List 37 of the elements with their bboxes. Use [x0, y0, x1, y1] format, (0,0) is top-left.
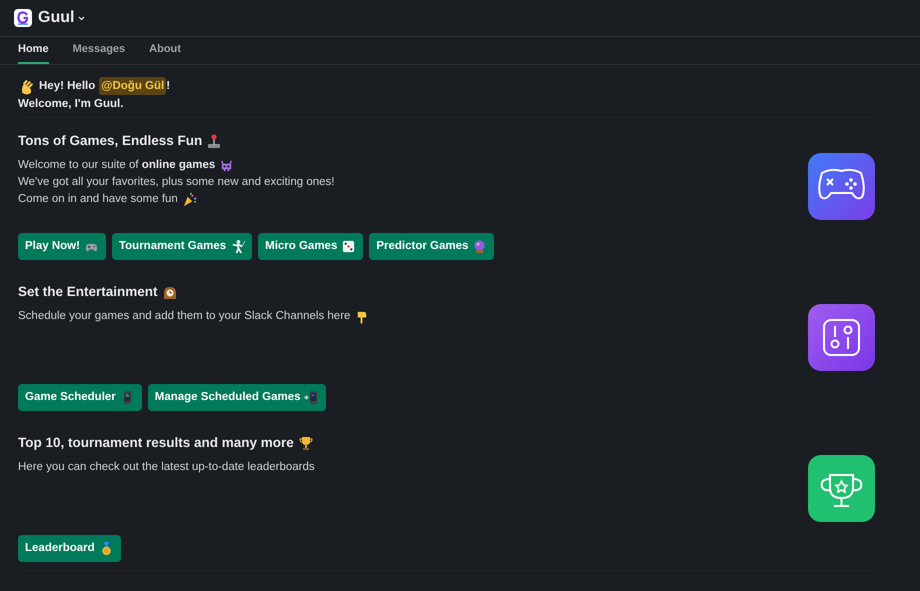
user-mention-link[interactable]: @Doğu Gül — [99, 77, 166, 95]
fencer-icon — [230, 239, 246, 254]
description-text: We've got all your favorites, plus some new and exciting ones! — [18, 175, 334, 190]
action-button[interactable]: Tournament Games — [112, 233, 252, 260]
greeting-punctuation: ! — [166, 79, 170, 94]
section-title: Tons of Games, Endless Fun — [18, 132, 202, 150]
description-text: Schedule your games and add them to your Slack Channels here — [18, 309, 350, 324]
trophy-icon — [808, 455, 875, 522]
section-title: Top 10, tournament results and many more — [18, 434, 294, 452]
action-button[interactable]: Micro Games — [258, 233, 364, 260]
description-text: Here you can check out the latest up-to-date leaderboards — [18, 460, 315, 476]
action-button[interactable]: Manage Scheduled Games — [148, 384, 326, 411]
gamepad-icon — [808, 153, 875, 220]
action-button[interactable]: Leaderboard — [18, 535, 121, 562]
action-button[interactable]: Game Scheduler — [18, 384, 142, 411]
alien-icon — [219, 158, 234, 174]
dice-icon — [341, 239, 356, 254]
tab[interactable]: Messages — [72, 37, 126, 64]
app-logo — [14, 9, 32, 27]
app-name-dropdown[interactable]: Guul — [38, 6, 86, 30]
description-text: Welcome to our suite of online games — [18, 158, 216, 174]
action-button[interactable]: Predictor Games — [369, 233, 494, 260]
welcome-text: Welcome, I'm Guul. — [18, 97, 124, 112]
tab[interactable]: About — [149, 37, 181, 64]
description-text: Come on in and have some fun — [18, 192, 178, 208]
tab[interactable]: Home — [18, 37, 49, 64]
action-button[interactable]: Play Now! — [18, 233, 106, 260]
chevron-down-icon — [78, 16, 86, 20]
greeting-text: Hey! Hello — [39, 79, 96, 94]
crystal-ball-icon — [472, 239, 488, 254]
party-popper-icon — [182, 192, 197, 208]
section-title: Set the Entertainment — [18, 283, 158, 301]
mantel-clock-icon — [162, 284, 178, 300]
joystick-icon — [206, 133, 222, 150]
sliders-icon — [808, 304, 875, 371]
trophy-icon — [298, 435, 314, 452]
phone-with-arrow-icon — [304, 390, 320, 405]
